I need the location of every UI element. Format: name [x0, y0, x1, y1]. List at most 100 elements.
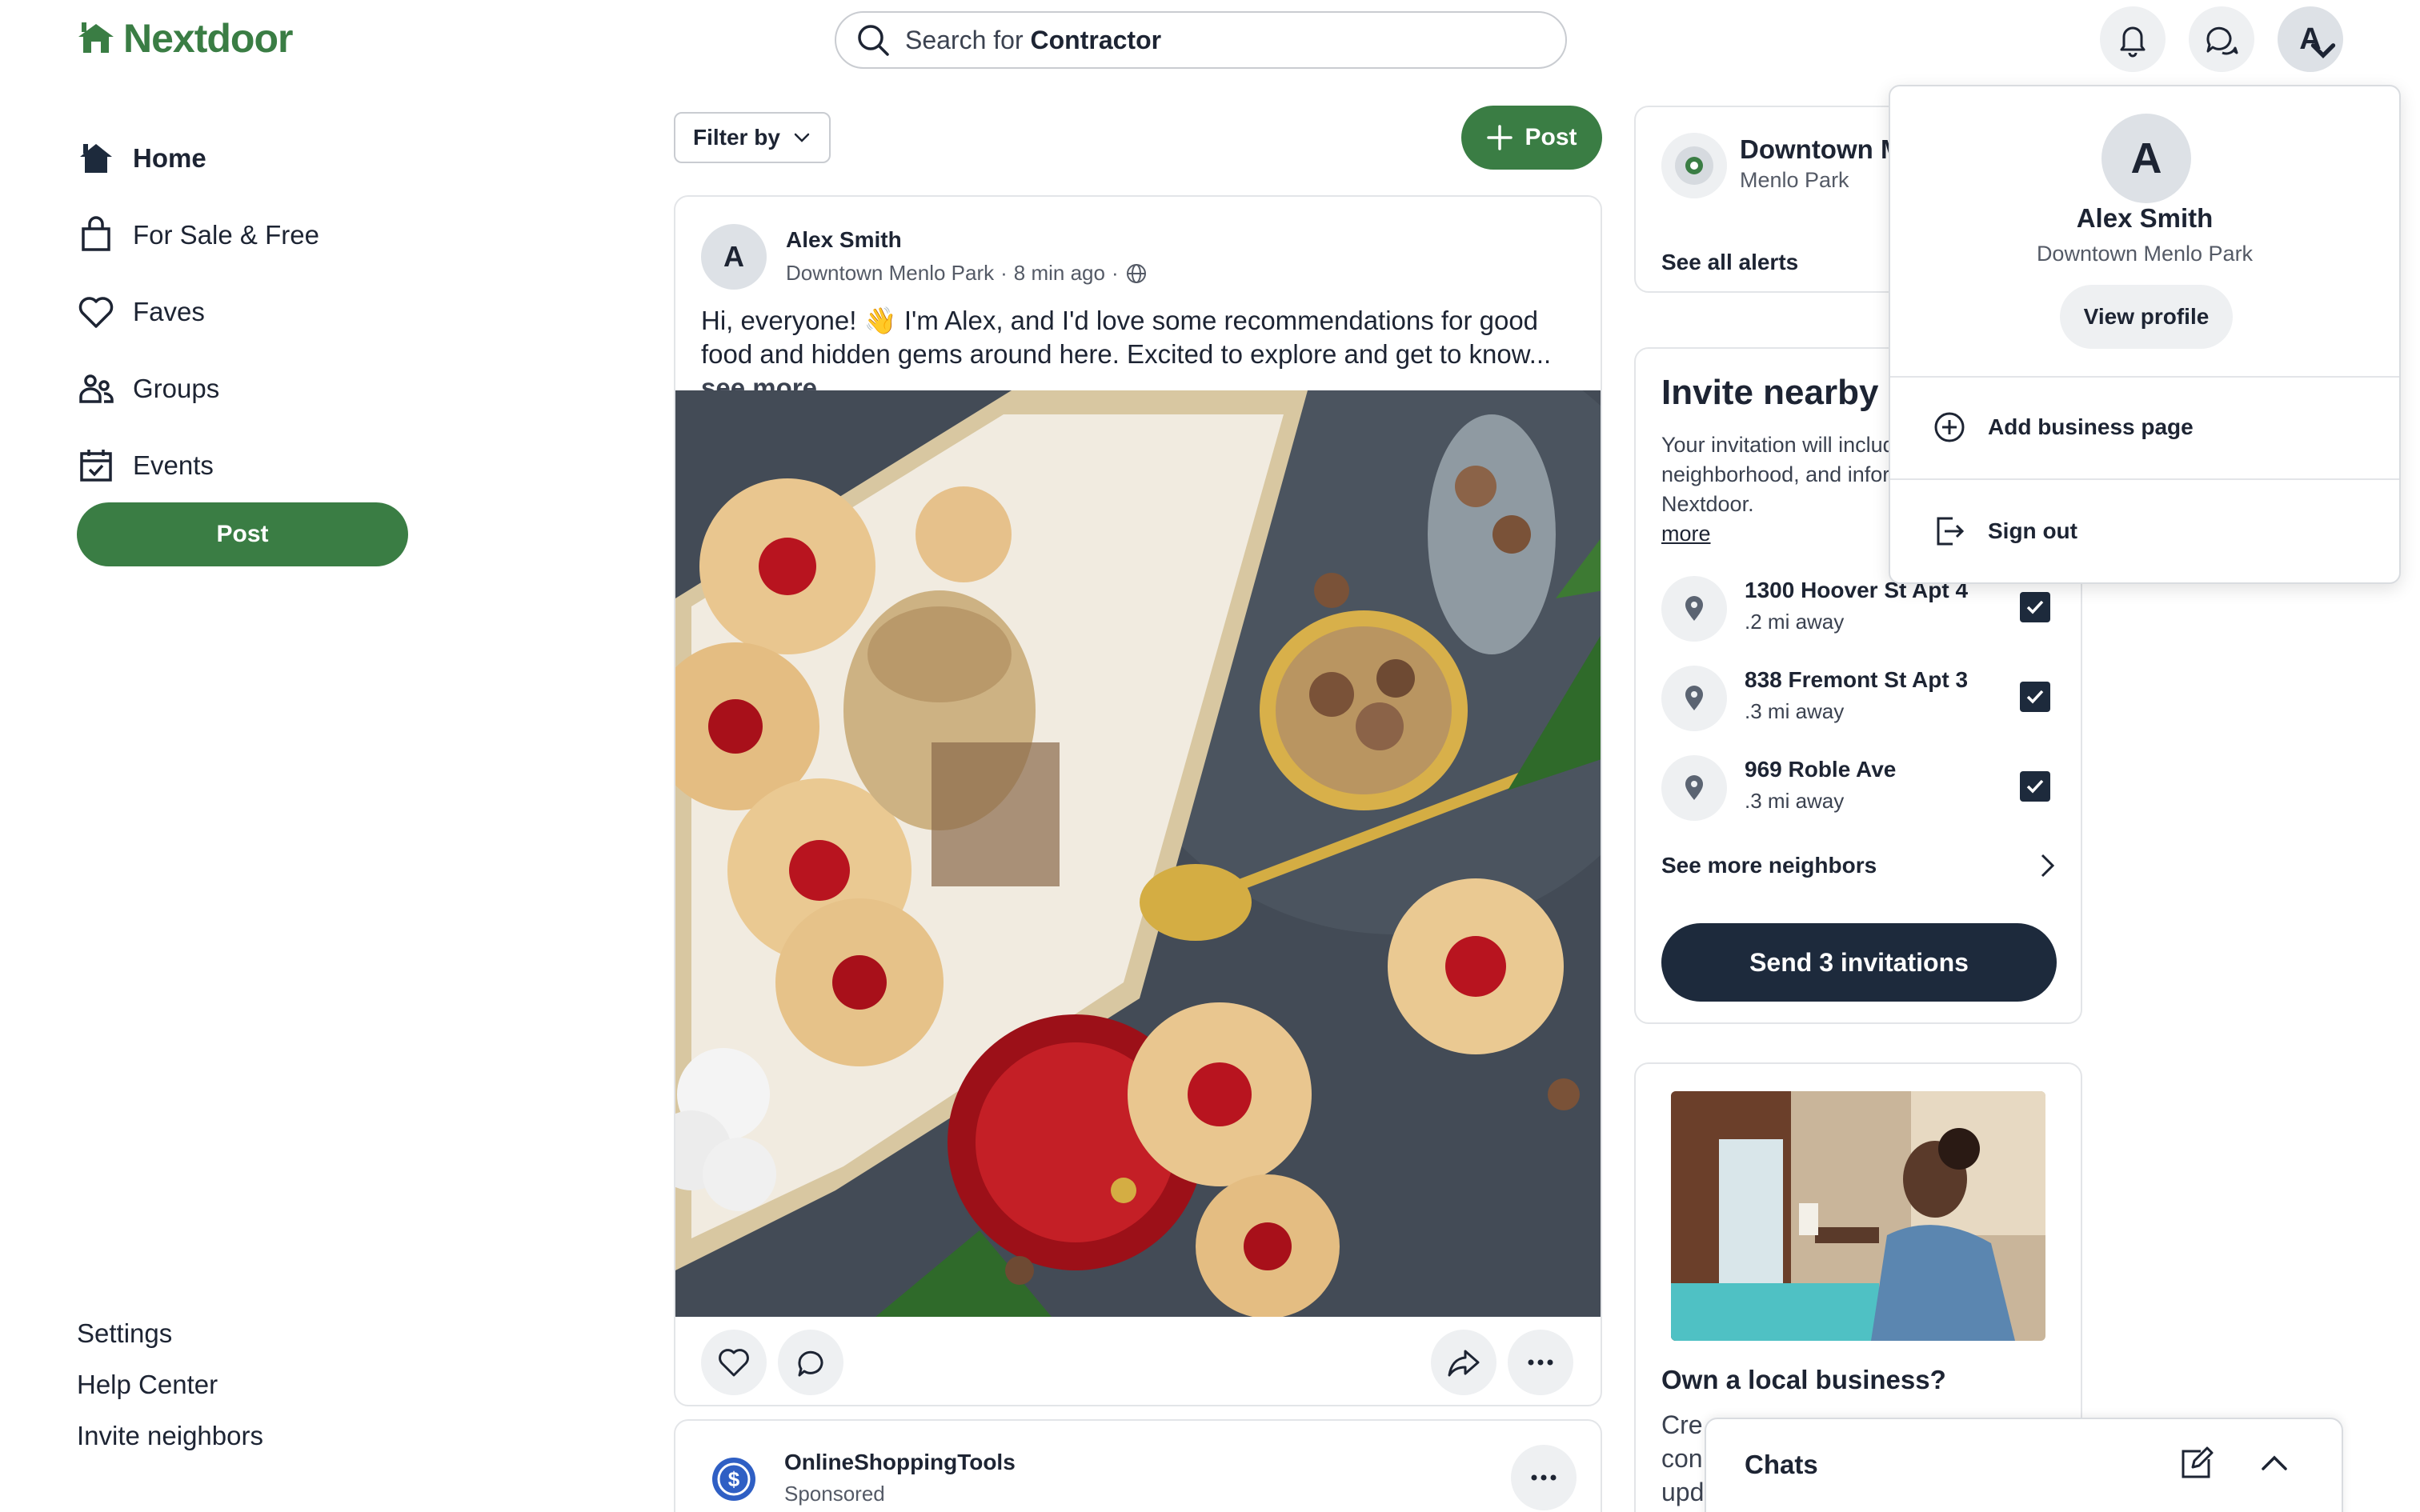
neighbor-checkbox[interactable] [2020, 592, 2050, 622]
invite-neighbors-link[interactable]: Invite neighbors [77, 1410, 263, 1462]
search-term: Contractor [1030, 25, 1162, 54]
home-icon [80, 144, 112, 173]
dollar-logo-icon[interactable]: $ [711, 1456, 757, 1502]
learn-more-link[interactable]: more [1661, 522, 1711, 546]
send-invitations-button[interactable]: Send 3 invitations [1661, 923, 2057, 1002]
business-card-title: Own a local business? [1661, 1365, 1946, 1394]
chevron-up-icon[interactable] [2257, 1446, 2292, 1482]
help-center-link[interactable]: Help Center [77, 1359, 263, 1410]
more-dots-icon [1528, 1359, 1553, 1366]
like-button[interactable] [701, 1330, 767, 1395]
see-more-neighbors-label: See more neighbors [1661, 853, 1877, 878]
compose-icon[interactable] [2177, 1445, 2215, 1483]
post-neighborhood[interactable]: Downtown Menlo Park [786, 261, 994, 286]
search-placeholder: Search for Contractor [905, 25, 1162, 54]
search-bar[interactable]: Search for Contractor [835, 11, 1567, 69]
feed-post-card: A Alex Smith Downtown Menlo Park · 8 min… [674, 195, 1602, 1406]
calendar-icon [80, 450, 112, 482]
sign-out-label: Sign out [1988, 518, 2077, 543]
neighbor-distance: .2 mi away [1745, 610, 1845, 634]
more-dots-icon [1531, 1474, 1557, 1481]
chevron-right-icon [2041, 854, 2055, 878]
neighbor-row[interactable]: 969 Roble Ave .3 mi away [1661, 752, 2061, 824]
heart-icon [78, 297, 114, 328]
post-time: 8 min ago [1013, 261, 1105, 285]
chat-bubbles-icon [2206, 26, 2238, 55]
left-nav: Home For Sale & Free Faves Groups Events [77, 120, 413, 504]
advertiser-name[interactable]: OnlineShoppingTools [784, 1450, 1016, 1475]
post-author-avatar[interactable]: A [701, 224, 767, 290]
notifications-button[interactable] [2100, 6, 2166, 72]
neighborhood-city: Menlo Park [1740, 168, 1849, 192]
neighborhood-map-icon [1661, 133, 1727, 198]
share-button[interactable] [1431, 1330, 1496, 1395]
sponsored-label: Sponsored [784, 1482, 885, 1506]
neighbor-row[interactable]: 838 Fremont St Apt 3 .3 mi away [1661, 662, 2061, 734]
neighbor-checkbox[interactable] [2020, 771, 2050, 802]
chats-panel[interactable]: Chats [1705, 1418, 2343, 1512]
divider [1890, 376, 2399, 378]
house-logo-icon [78, 22, 114, 53]
nextdoor-logo[interactable]: Nextdoor [77, 14, 293, 62]
dropdown-user-name: Alex Smith [2076, 203, 2214, 233]
sign-out-icon [1937, 517, 1965, 546]
business-card-description: Cre con upd [1661, 1410, 1705, 1506]
business-owner-photo[interactable] [1671, 1091, 2045, 1341]
view-profile-button[interactable]: View profile [2060, 285, 2233, 349]
nav-item-faves[interactable]: Faves [77, 274, 413, 350]
checkmark-icon [2026, 690, 2044, 704]
meta-dot: · [1111, 261, 1119, 285]
neighbor-distance: .3 mi away [1745, 699, 1845, 723]
add-business-label: Add business page [1988, 414, 2194, 439]
heart-icon [719, 1349, 749, 1377]
post-label: Post [1525, 124, 1577, 150]
messages-button[interactable] [2189, 6, 2254, 72]
dropdown-avatar[interactable]: A [2101, 114, 2191, 203]
post-meta: Downtown Menlo Park · 8 min ago · [786, 261, 1148, 286]
see-more-neighbors-link[interactable]: See more neighbors [1661, 851, 2061, 880]
globe-icon [1126, 263, 1146, 283]
nav-post-button[interactable]: Post [77, 502, 408, 566]
post-photo-cookies[interactable] [675, 390, 1602, 1317]
checkmark-icon [2026, 600, 2044, 614]
sign-out-item[interactable]: Sign out [1932, 514, 2077, 549]
search-icon [858, 25, 889, 56]
location-pin-icon [1661, 576, 1727, 642]
profile-dropdown-menu: A Alex Smith Downtown Menlo Park View pr… [1889, 85, 2401, 584]
nav-label: Groups [133, 374, 220, 403]
neighbor-address: 838 Fremont St Apt 3 [1745, 667, 1969, 692]
filter-by-dropdown[interactable]: Filter by [674, 112, 831, 163]
svg-text:$: $ [728, 1467, 740, 1491]
neighbor-address: 969 Roble Ave [1745, 757, 1897, 782]
groups-icon [79, 374, 114, 403]
plus-circle-icon [1934, 412, 1965, 442]
location-pin-icon [1661, 755, 1727, 821]
see-all-alerts-link[interactable]: See all alerts [1661, 250, 1798, 275]
chevron-down-icon [794, 133, 810, 142]
add-business-page-item[interactable]: Add business page [1932, 410, 2194, 445]
nav-label: Faves [133, 297, 205, 326]
nav-label: Home [133, 143, 206, 173]
chevron-down-icon [2310, 43, 2336, 58]
logo-text: Nextdoor [123, 16, 293, 61]
feed-post-button[interactable]: Post [1461, 106, 1602, 170]
more-options-button[interactable] [1508, 1330, 1573, 1395]
checkmark-icon [2026, 779, 2044, 794]
nav-item-for-sale[interactable]: For Sale & Free [77, 197, 413, 274]
sponsored-post-card: $ OnlineShoppingTools Sponsored [674, 1419, 1602, 1512]
post-author-name[interactable]: Alex Smith [786, 227, 902, 253]
nav-item-groups[interactable]: Groups [77, 350, 413, 427]
nav-item-events[interactable]: Events [77, 427, 413, 504]
comment-button[interactable] [778, 1330, 843, 1395]
divider [1890, 478, 2399, 480]
neighbor-checkbox[interactable] [2020, 682, 2050, 712]
nav-item-home[interactable]: Home [77, 120, 413, 197]
filter-label: Filter by [693, 125, 780, 150]
location-pin-icon [1661, 666, 1727, 731]
ad-more-options-button[interactable] [1511, 1445, 1577, 1510]
settings-link[interactable]: Settings [77, 1308, 263, 1359]
footer-links: Settings Help Center Invite neighbors [77, 1308, 263, 1462]
nav-label: For Sale & Free [133, 220, 319, 250]
profile-menu-button[interactable]: A [2278, 6, 2343, 72]
post-text: Hi, everyone! 👋 I'm Alex, and I'd love s… [701, 306, 1552, 369]
